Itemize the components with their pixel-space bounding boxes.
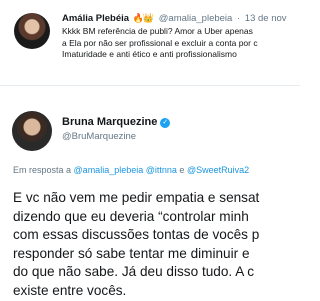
author-name[interactable]: Amália Plebéia [62,13,129,24]
tweet-text-line: existe entre vocês. [13,282,127,298]
author-handle[interactable]: @amalia_plebeia [159,13,233,24]
author-handle[interactable]: @BruMarquezine [62,131,136,142]
mention-link[interactable]: @ittnna [146,165,177,175]
reply-context: Em resposta a @amalia_plebeia @ittnna e … [13,165,249,175]
tweet-text-line: do que não sabe. Já deu disso tudo. A c [13,264,255,280]
tweet-text-line: E vc não vem me pedir empatia e sensat [13,190,260,205]
tweet-text-line: responder só sabe tentar me diminuir e [13,245,250,261]
tweet-text-line: dizendo que eu deveria “controlar minh [13,208,249,224]
tweet-text-line: Kkkk BM referência de publi? Amor a Uber… [62,26,253,36]
verified-icon: ✓ [160,118,171,128]
mention-link[interactable]: @amalia_plebeia [74,165,144,175]
avatar[interactable] [14,13,50,49]
tweet-text-line: a Ela por não ser profissional e excluir… [62,37,258,48]
tweet-text: E vc não vem me pedir empatia e sensat d… [13,189,320,301]
separator-dot: · [236,13,241,24]
name-emoji: 🔥👑 [132,13,154,23]
author-name-row: Bruna Marquezine ✓ [62,116,171,128]
tweet-date[interactable]: 13 de nov [245,13,287,24]
tweet-header: Amália Plebéia 🔥👑 @amalia_plebeia · 13 d… [62,13,287,24]
mention-link[interactable]: @SweetRuiva2 [187,165,249,175]
tweet-text-line: com essas discussões tontas de vocês p [13,227,260,243]
author-name[interactable]: Bruna Marquezine [62,116,157,128]
tweet-text-line: Imaturidade e anti ético e anti profissi… [62,49,237,60]
reply-prefix: Em resposta a [13,165,72,175]
tweet-text: Kkkk BM referência de publi? Amor a Uber… [62,26,320,61]
reply-conjunction: e [179,165,185,175]
avatar[interactable] [12,111,52,151]
quoted-tweet: Amália Plebéia 🔥👑 @amalia_plebeia · 13 d… [0,0,300,84]
